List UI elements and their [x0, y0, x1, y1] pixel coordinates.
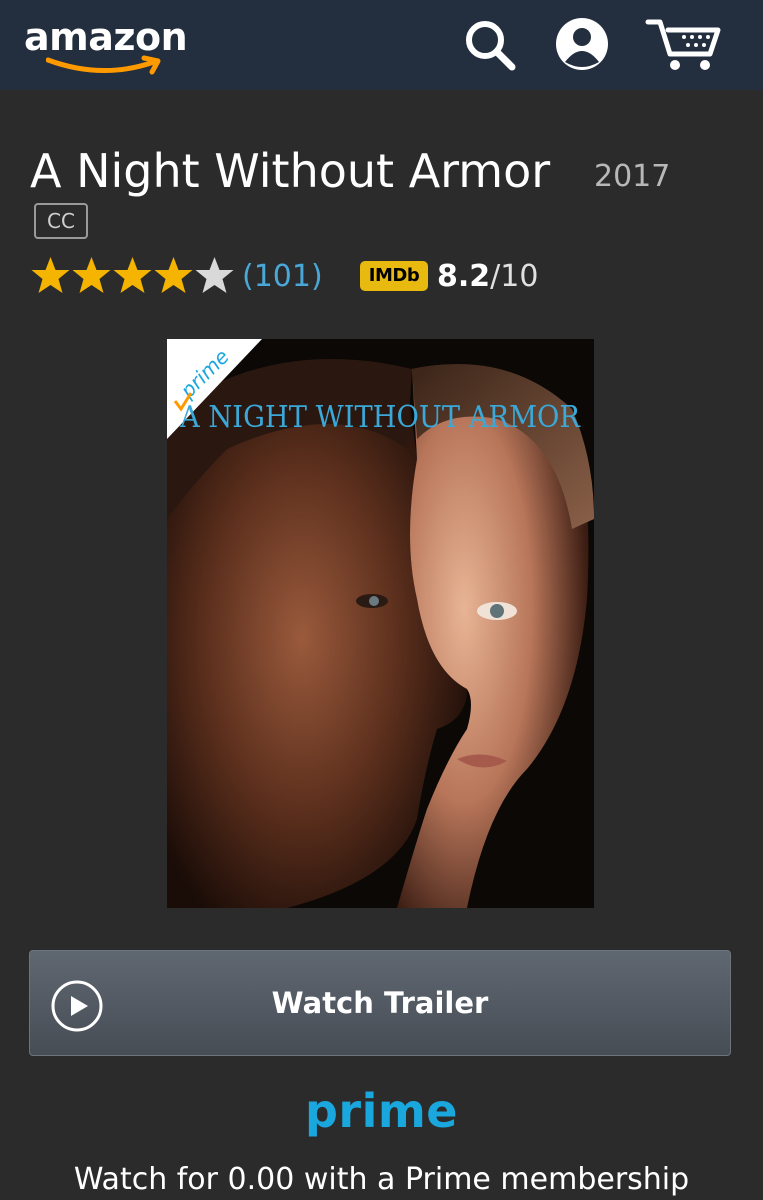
imdb-score: 8.2/10: [437, 258, 538, 296]
poster-title: A NIGHT WITHOUT ARMOR: [179, 400, 581, 435]
watch-trailer-button[interactable]: Watch Trailer: [29, 950, 731, 1056]
top-header: amazon: [0, 0, 763, 90]
star-rating[interactable]: [30, 255, 235, 295]
poster-artwork: prime A NIGHT WITHOUT ARMOR: [167, 339, 594, 908]
watch-trailer-label: Watch Trailer: [271, 986, 489, 1020]
star-empty-icon: [195, 257, 234, 293]
movie-title: A Night Without Armor: [30, 144, 551, 198]
star-filled-icon: [31, 257, 70, 293]
account-icon[interactable]: [552, 14, 612, 74]
imdb-score-value: 8.2: [437, 259, 491, 294]
star-filled-icon: [72, 257, 111, 293]
imdb-logo: IMDb: [360, 261, 428, 291]
search-icon[interactable]: [460, 14, 520, 74]
imdb-score-max: /10: [490, 259, 539, 294]
star-filled-icon: [154, 257, 193, 293]
prime-offer-text: Watch for 0.00 with a Prime membership: [73, 1162, 690, 1197]
rating-count-link[interactable]: (101): [242, 258, 323, 296]
amazon-logo[interactable]: amazon: [24, 14, 196, 76]
prime-logo: prime: [304, 1084, 458, 1138]
movie-poster[interactable]: prime A NIGHT WITHOUT ARMOR: [167, 339, 594, 908]
smile-icon: [46, 55, 161, 75]
release-year: 2017: [594, 159, 671, 194]
star-filled-icon: [113, 257, 152, 293]
cart-icon[interactable]: [644, 14, 724, 74]
cc-badge: CC: [34, 203, 88, 239]
